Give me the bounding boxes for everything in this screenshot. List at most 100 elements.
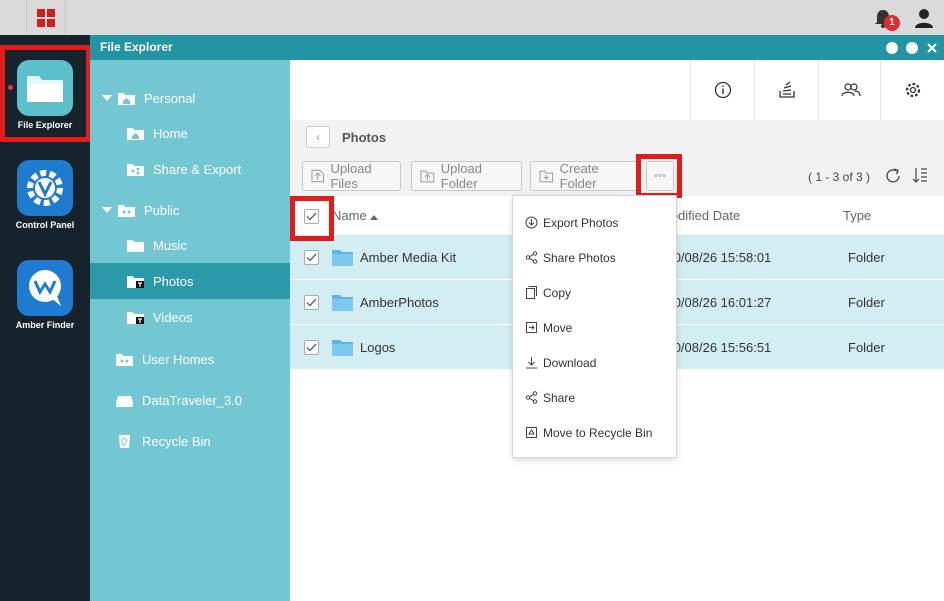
app-launcher-button[interactable] [26, 0, 66, 35]
folder-icon [127, 312, 144, 324]
column-header-type[interactable]: Type [843, 197, 871, 235]
sidebar-item-recycle-bin[interactable]: Recycle Bin [90, 423, 290, 459]
stack-button[interactable] [754, 60, 818, 120]
row-type: Folder [848, 250, 885, 265]
row-checkbox[interactable] [304, 295, 319, 310]
upload-files-button[interactable]: Upload Files [302, 161, 401, 191]
menu-item-move[interactable]: Move [513, 310, 676, 345]
menu-item-export-photos[interactable]: Export Photos [513, 205, 676, 240]
sidebar-item-label: Music [153, 237, 187, 253]
caret-down-icon [102, 207, 112, 213]
menu-item-share-photos[interactable]: Share Photos [513, 240, 676, 275]
info-button[interactable] [690, 60, 754, 120]
stack-icon [778, 81, 795, 98]
home-folder-icon [118, 93, 135, 105]
more-actions-menu: Export Photos Share Photos Copy Move Dow… [512, 195, 677, 458]
row-checkbox[interactable] [304, 250, 319, 265]
more-actions-button[interactable]: ◦◦◦ [646, 161, 674, 191]
move-icon [526, 322, 537, 333]
menu-item-label: Export Photos [543, 215, 619, 230]
row-checkbox[interactable] [304, 340, 319, 355]
sidebar-item-label: Public [144, 202, 180, 218]
menu-item-label: Copy [543, 285, 572, 300]
sort-icon[interactable] [912, 166, 928, 184]
upload-icon [311, 169, 324, 183]
upload-folder-label: Upload Folder [440, 161, 482, 191]
sidebar-item-videos[interactable]: Videos [90, 299, 290, 335]
action-bar: Upload Files Upload Folder Create Folder… [290, 156, 944, 196]
home-folder-icon [127, 128, 144, 140]
top-toolbar [290, 60, 944, 120]
sidebar-item-label: DataTraveler_3.0 [142, 392, 242, 408]
breadcrumb: Photos [342, 130, 387, 145]
row-type: Folder [848, 340, 885, 355]
sidebar-item-home[interactable]: Home [90, 115, 290, 151]
recycle-bin-icon [526, 427, 537, 438]
dock-app-label: Control Panel [15, 220, 75, 230]
menu-item-label: Move [543, 320, 573, 335]
sidebar-item-label: Personal [144, 90, 196, 106]
share-folder-icon [127, 164, 144, 176]
settings-button[interactable] [880, 60, 944, 120]
gear-app-icon [17, 160, 73, 216]
info-icon [714, 81, 731, 99]
sidebar-item-label: Recycle Bin [142, 433, 211, 449]
create-folder-label: Create Folder [559, 161, 599, 191]
minimize-button[interactable] [886, 42, 898, 54]
user-homes-icon [116, 354, 133, 366]
recycle-bin-icon [119, 435, 130, 448]
sidebar-item-user-homes[interactable]: User Homes [90, 341, 290, 377]
top-bar: 1 [0, 0, 944, 35]
folder-icon [127, 240, 144, 252]
user-icon[interactable] [913, 7, 935, 29]
create-folder-icon [539, 170, 554, 183]
copy-icon [526, 286, 537, 299]
finder-app-icon [17, 260, 73, 316]
row-name: Amber Media Kit [360, 250, 457, 265]
folder-icon [332, 250, 353, 266]
menu-item-download[interactable]: Download [513, 345, 676, 380]
menu-item-label: Move to Recycle Bin [543, 425, 653, 440]
select-all-checkbox[interactable] [304, 209, 319, 224]
item-count: ( 1 - 3 of 3 ) [808, 170, 871, 184]
dock-app-file-explorer[interactable]: File Explorer [0, 60, 90, 130]
menu-item-label: Share Photos [543, 250, 616, 265]
folder-icon [332, 295, 353, 311]
caret-down-icon [102, 95, 112, 101]
menu-item-share[interactable]: Share [513, 380, 676, 415]
gear-icon [905, 82, 920, 98]
menu-item-label: Download [543, 355, 597, 370]
sidebar-item-photos[interactable]: Photos [90, 263, 290, 299]
create-folder-button[interactable]: Create Folder [530, 161, 638, 191]
sidebar-item-label: Share & Export [153, 161, 242, 177]
sidebar-item-public[interactable]: Public [90, 192, 290, 228]
sidebar-item-share-export[interactable]: Share & Export [90, 151, 290, 187]
back-button[interactable]: ‹ [306, 126, 330, 148]
refresh-icon[interactable] [884, 167, 902, 185]
sidebar-item-label: Photos [153, 273, 194, 289]
dock-app-amber-finder[interactable]: Amber Finder [0, 260, 90, 330]
menu-item-copy[interactable]: Copy [513, 275, 676, 310]
folder-icon [332, 340, 353, 356]
window-titlebar: File Explorer [90, 35, 944, 60]
column-header-label: Name [332, 208, 367, 223]
sidebar: Personal Home Share & Export Public Musi… [90, 60, 290, 601]
check-icon [306, 343, 317, 352]
close-icon[interactable] [926, 42, 938, 54]
sidebar-item-personal[interactable]: Personal [90, 80, 290, 116]
usb-drive-icon [116, 396, 133, 407]
upload-folder-button[interactable]: Upload Folder [411, 161, 522, 191]
users-button[interactable] [818, 60, 882, 120]
upload-folder-icon [420, 170, 435, 183]
share-icon [525, 251, 538, 264]
menu-item-move-to-recycle-bin[interactable]: Move to Recycle Bin [513, 415, 676, 450]
sidebar-item-datatraveler[interactable]: DataTraveler_3.0 [90, 382, 290, 418]
upload-files-label: Upload Files [330, 161, 372, 191]
maximize-button[interactable] [906, 42, 918, 54]
column-header-name[interactable]: Name [332, 197, 379, 235]
check-icon [306, 212, 317, 221]
dock-app-label: Amber Finder [15, 320, 75, 330]
dock-app-control-panel[interactable]: Control Panel [0, 160, 90, 230]
sort-ascending-icon [370, 215, 379, 220]
sidebar-item-music[interactable]: Music [90, 227, 290, 263]
